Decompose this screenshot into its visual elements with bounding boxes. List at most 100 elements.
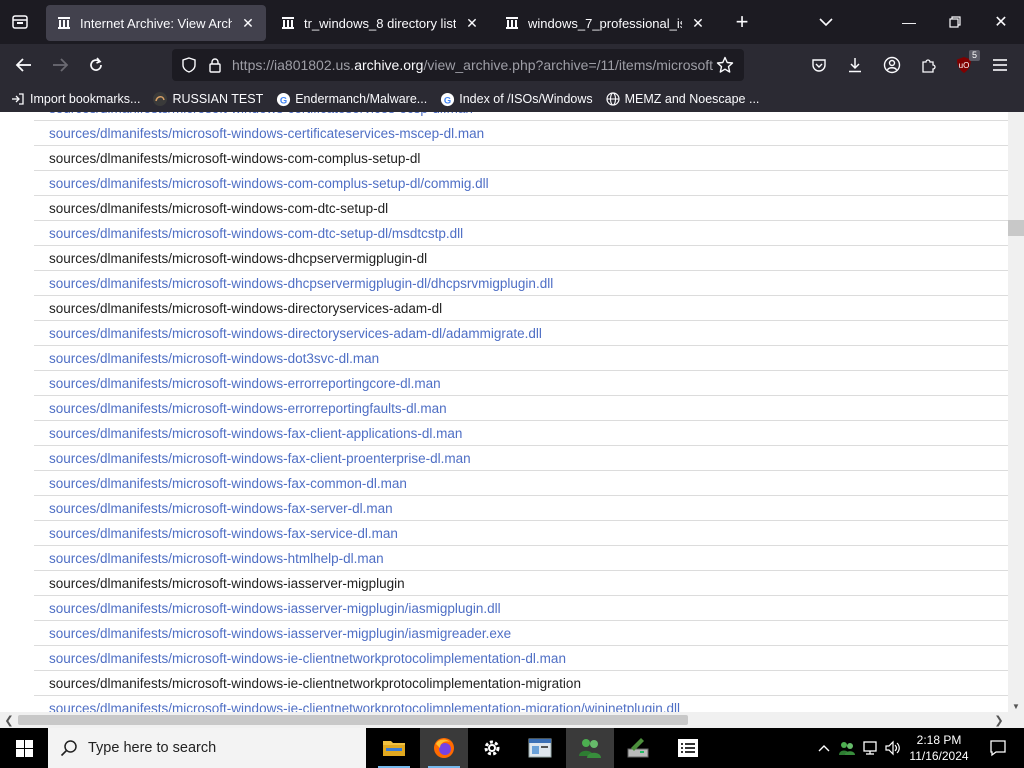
tab-title: Internet Archive: View Archive (80, 15, 232, 31)
network-button[interactable] (860, 728, 882, 768)
file-link-row[interactable]: sources/dlmanifests/microsoft-windows-di… (34, 321, 1008, 346)
address-bar[interactable]: https://ia801802.us.archive.org/view_arc… (172, 49, 744, 81)
bookmark-star-button[interactable] (714, 54, 736, 76)
account-icon (883, 56, 901, 74)
svg-text:uO: uO (959, 61, 970, 70)
extensions-button[interactable] (912, 44, 944, 86)
bookmark-label: Index of /ISOs/Windows (459, 92, 593, 106)
notifications-button[interactable] (978, 728, 1018, 768)
taskbar-clock[interactable]: 2:18 PM 11/16/2024 (900, 728, 978, 768)
file-link-row[interactable]: sources/dlmanifests/microsoft-windows-co… (34, 221, 1008, 246)
shield-icon[interactable] (180, 56, 198, 74)
file-link-row[interactable]: sources/dlmanifests/microsoft-windows-ie… (34, 646, 1008, 671)
google-icon: G (439, 91, 455, 107)
taskbar-search-box[interactable]: Type here to search (48, 728, 366, 768)
app-window-icon (528, 738, 552, 758)
reload-button[interactable] (79, 48, 113, 82)
star-icon (716, 56, 734, 73)
taskbar-settings[interactable] (468, 728, 516, 768)
bookmark-russian-test[interactable]: RUSSIAN TEST (152, 91, 263, 107)
clock-time: 2:18 PM (916, 733, 962, 747)
taskbar-disk-app[interactable] (614, 728, 662, 768)
start-button[interactable] (0, 728, 48, 768)
gear-icon (484, 740, 500, 756)
file-link-row[interactable]: sources/dlmanifests/microsoft-windows-fa… (34, 421, 1008, 446)
site-icon (152, 91, 168, 107)
minimize-button[interactable]: — (886, 0, 932, 44)
vertical-scroll-thumb[interactable] (1008, 220, 1024, 236)
file-link-row[interactable]: sources/dlmanifests/microsoft-windows-ce… (34, 121, 1008, 146)
page-content: sources/dlmanifests/microsoft-windows-ce… (0, 112, 1024, 712)
hamburger-menu-icon (993, 59, 1007, 71)
file-link-row[interactable]: sources/dlmanifests/microsoft-windows-er… (34, 371, 1008, 396)
clock-date: 11/16/2024 (909, 749, 969, 763)
bookmark-label: Endermanch/Malware... (295, 92, 428, 106)
show-hidden-icons-button[interactable] (814, 728, 834, 768)
bookmark-import[interactable]: Import bookmarks... (10, 91, 140, 107)
file-link-row[interactable]: sources/dlmanifests/microsoft-windows-ie… (34, 696, 1008, 713)
tab-windows-7-professional[interactable]: windows_7_professional_iso dir ✕ (494, 5, 716, 41)
file-link-row[interactable]: sources/dlmanifests/microsoft-windows-do… (34, 346, 1008, 371)
svg-text:G: G (280, 95, 287, 105)
bookmark-memz-noescape[interactable]: MEMZ and Noescape ... (605, 91, 759, 107)
folder-row: sources/dlmanifests/microsoft-windows-di… (34, 296, 1008, 321)
file-link-row[interactable]: sources/dlmanifests/microsoft-windows-ia… (34, 621, 1008, 646)
close-window-button[interactable]: ✕ (978, 0, 1024, 44)
taskbar-task-manager[interactable] (664, 728, 712, 768)
ublock-origin-button[interactable]: uO 5 (948, 44, 980, 86)
list-all-tabs-button[interactable] (814, 10, 838, 34)
horizontal-scroll-thumb[interactable] (18, 715, 688, 725)
tab-tr-windows-8[interactable]: tr_windows_8 directory listing ✕ (270, 5, 490, 41)
tab-title: tr_windows_8 directory listing (304, 15, 456, 31)
file-link-row[interactable]: sources/dlmanifests/microsoft-windows-fa… (34, 446, 1008, 471)
tray-users-icon-button[interactable] (836, 728, 858, 768)
taskbar-app-window[interactable] (516, 728, 564, 768)
tab-close-icon[interactable]: ✕ (238, 13, 258, 33)
account-button[interactable] (876, 44, 908, 86)
tab-internet-archive[interactable]: Internet Archive: View Archive ✕ (46, 5, 266, 41)
google-icon: G (275, 91, 291, 107)
forward-arrow-icon (53, 58, 69, 72)
horizontal-scrollbar[interactable]: ❮ ❯ (0, 712, 1008, 728)
restore-icon (949, 16, 961, 28)
folder-row: sources/dlmanifests/microsoft-windows-co… (34, 146, 1008, 171)
taskbar-file-explorer[interactable] (370, 728, 418, 768)
back-button[interactable] (7, 48, 41, 82)
file-link-row[interactable]: sources/dlmanifests/microsoft-windows-fa… (34, 471, 1008, 496)
firefox-view-button[interactable] (0, 0, 40, 44)
scroll-right-arrow-icon[interactable]: ❯ (992, 713, 1006, 727)
tab-close-icon[interactable]: ✕ (462, 13, 482, 33)
archive-favicon-icon (506, 17, 518, 29)
bookmark-index-of-isos[interactable]: G Index of /ISOs/Windows (439, 91, 593, 107)
bookmark-endermanch-malware[interactable]: G Endermanch/Malware... (275, 91, 427, 107)
tab-close-icon[interactable]: ✕ (688, 13, 708, 33)
pocket-button[interactable] (803, 44, 835, 86)
file-link-row[interactable]: sources/dlmanifests/microsoft-windows-er… (34, 396, 1008, 421)
lock-icon[interactable] (206, 56, 224, 74)
file-link-row[interactable]: sources/dlmanifests/microsoft-windows-ce… (34, 112, 1008, 121)
ublock-count-badge: 5 (968, 50, 980, 61)
taskbar-users-app[interactable] (566, 728, 614, 768)
file-link-row[interactable]: sources/dlmanifests/microsoft-windows-fa… (34, 496, 1008, 521)
file-link-row[interactable]: sources/dlmanifests/microsoft-windows-dh… (34, 271, 1008, 296)
download-icon (849, 58, 861, 73)
forward-button[interactable] (43, 48, 77, 82)
taskbar-firefox[interactable] (420, 728, 468, 768)
file-link-row[interactable]: sources/dlmanifests/microsoft-windows-ht… (34, 546, 1008, 571)
new-tab-button[interactable]: + (724, 4, 760, 40)
scroll-left-arrow-icon[interactable]: ❮ (2, 713, 16, 727)
file-link-row[interactable]: sources/dlmanifests/microsoft-windows-ia… (34, 596, 1008, 621)
app-menu-button[interactable] (984, 44, 1016, 86)
windows-taskbar: Type here to search 2:18 PM 11/16/2024 (0, 728, 1024, 768)
url-domain: archive.org (354, 57, 424, 73)
import-icon (10, 91, 26, 107)
search-icon (60, 740, 77, 757)
url-text[interactable]: https://ia801802.us.archive.org/view_arc… (232, 57, 714, 73)
scroll-down-arrow-icon[interactable]: ▼ (1012, 702, 1020, 711)
vertical-scrollbar[interactable]: ▼ (1008, 112, 1024, 712)
folder-row: sources/dlmanifests/microsoft-windows-ie… (34, 671, 1008, 696)
downloads-button[interactable] (839, 44, 871, 86)
restore-button[interactable] (932, 0, 978, 44)
file-link-row[interactable]: sources/dlmanifests/microsoft-windows-co… (34, 171, 1008, 196)
file-link-row[interactable]: sources/dlmanifests/microsoft-windows-fa… (34, 521, 1008, 546)
